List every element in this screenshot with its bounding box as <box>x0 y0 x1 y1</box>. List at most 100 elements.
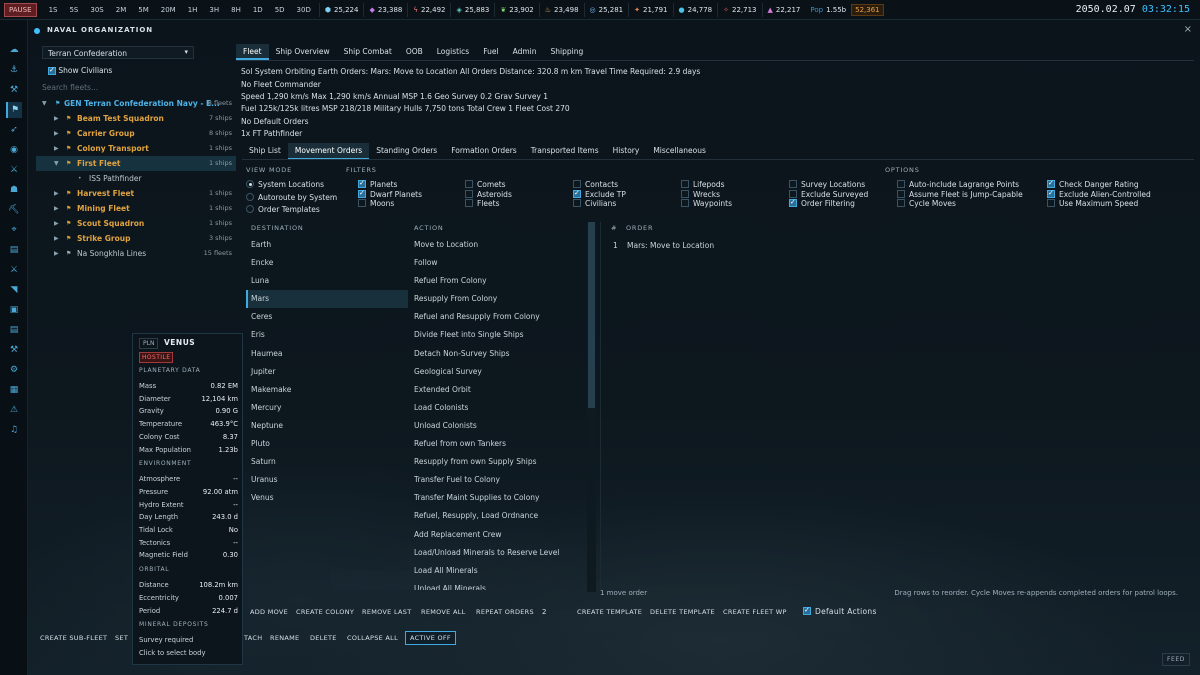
show-civilians-toggle[interactable]: Show Civilians <box>48 66 112 75</box>
destination-row[interactable]: Earth <box>246 236 408 254</box>
fleet-tree-row[interactable]: ▶ ⚑ Colony Transport 1 ships <box>36 141 236 156</box>
speed-button-1d[interactable]: 1D <box>247 6 269 14</box>
add-move-button[interactable]: ADD MOVE <box>250 608 288 616</box>
fleet-tree-row[interactable]: ▶ ⚑ Mining Fleet 1 ships <box>36 201 236 216</box>
action-row[interactable]: Unload All Minerals <box>408 580 588 590</box>
option-assume-fleet-is-jump-capable[interactable]: Assume Fleet is Jump-Capable <box>897 189 1023 199</box>
chevron-right-icon[interactable]: ▶ <box>54 126 59 141</box>
option-survey-locations[interactable]: Survey Locations <box>789 180 865 189</box>
collapse-all-button[interactable]: COLLAPSE ALL <box>347 634 398 642</box>
scrollbar-thumb[interactable] <box>588 222 595 408</box>
action-row[interactable]: Refuel and Resupply From Colony <box>408 308 588 326</box>
speed-button-1h[interactable]: 1H <box>182 6 204 14</box>
destination-row[interactable]: Makemake <box>246 381 408 399</box>
destination-row[interactable]: Ceres <box>246 308 408 326</box>
checkbox[interactable] <box>1047 189 1055 198</box>
music-icon[interactable]: ♫ <box>6 422 22 438</box>
action-row[interactable]: Unload Colonists <box>408 417 588 435</box>
destination-row[interactable]: Luna <box>246 272 408 290</box>
pause-button[interactable]: PAUSE <box>4 2 37 17</box>
chevron-down-icon[interactable]: ▼ <box>54 156 59 171</box>
empire-select[interactable]: Terran Confederation ▾ <box>42 46 194 59</box>
checkbox[interactable] <box>681 199 689 208</box>
telescope-icon[interactable]: ⌖ <box>6 222 22 238</box>
remove-all-button[interactable]: REMOVE ALL <box>421 608 466 616</box>
repeat-count-field[interactable]: 2 <box>542 608 547 616</box>
speed-button-8h[interactable]: 8H <box>225 6 247 14</box>
option-civilians[interactable]: Civilians <box>573 199 616 208</box>
action-row[interactable]: Resupply from own Supply Ships <box>408 453 588 471</box>
tab-fleet[interactable]: Fleet <box>236 44 269 60</box>
fleet-search-input[interactable]: Search fleets... <box>42 83 192 92</box>
chevron-right-icon[interactable]: ▶ <box>54 246 59 261</box>
action-row[interactable]: Geological Survey <box>408 363 588 381</box>
checkbox[interactable] <box>789 189 797 198</box>
action-row[interactable]: Transfer Maint Supplies to Colony <box>408 489 588 507</box>
fleet-tree-row[interactable]: ▶ ⚑ Na Songkhla Lines 15 fleets <box>36 246 236 261</box>
crossed-swords-icon[interactable]: ⚔ <box>6 262 22 278</box>
checkbox[interactable] <box>681 180 689 188</box>
tab-oob[interactable]: OOB <box>399 44 430 60</box>
checkbox[interactable] <box>897 199 905 208</box>
create-fleet-waypoint-button[interactable]: CREATE FLEET WP <box>723 608 787 616</box>
fleet-tree-row[interactable]: • ISS Pathfinder <box>36 171 236 186</box>
fleet-tree-row[interactable]: ▶ ⚑ Strike Group 3 ships <box>36 231 236 246</box>
option-exclude-alien-controlled[interactable]: Exclude Alien-Controlled <box>1047 189 1151 199</box>
tab-ship-overview[interactable]: Ship Overview <box>269 44 337 60</box>
tag-icon[interactable]: ◥ <box>6 282 22 298</box>
checkbox[interactable] <box>465 180 473 188</box>
clipboard-icon[interactable]: ▤ <box>6 322 22 338</box>
target-icon[interactable]: ◉ <box>6 142 22 158</box>
chevron-right-icon[interactable]: ▶ <box>54 186 59 201</box>
view-mode-order-templates[interactable]: Order Templates <box>246 205 320 214</box>
chevron-right-icon[interactable]: ▶ <box>54 141 59 156</box>
checkbox[interactable] <box>573 189 581 198</box>
option-comets[interactable]: Comets <box>465 180 506 189</box>
action-row[interactable]: Detach Non-Survey Ships <box>408 345 588 363</box>
box-icon[interactable]: ▣ <box>6 302 22 318</box>
anchor-icon[interactable]: ⚓ <box>6 62 22 78</box>
radio-button[interactable] <box>246 205 254 213</box>
option-planets[interactable]: Planets <box>358 179 397 189</box>
wrench-icon[interactable]: ⚒ <box>6 82 22 98</box>
tab-fuel[interactable]: Fuel <box>476 44 505 60</box>
destination-row[interactable]: Venus <box>246 489 408 507</box>
create-sub-fleet-button[interactable]: CREATE SUB-FLEET <box>40 634 107 642</box>
remove-last-button[interactable]: REMOVE LAST <box>362 608 411 616</box>
subtab-history[interactable]: History <box>606 143 647 160</box>
tab-shipping[interactable]: Shipping <box>543 44 590 60</box>
default-actions-toggle[interactable]: Default Actions <box>803 606 877 616</box>
chevron-right-icon[interactable]: ▶ <box>54 111 59 126</box>
destination-row[interactable]: Saturn <box>246 453 408 471</box>
subtab-transported-items[interactable]: Transported Items <box>524 143 606 160</box>
option-order-filtering[interactable]: Order Filtering <box>789 198 855 208</box>
checkbox[interactable] <box>897 189 905 198</box>
action-row[interactable]: Transfer Fuel to Colony <box>408 471 588 489</box>
action-row[interactable]: Refuel, Resupply, Load Ordnance <box>408 507 588 525</box>
action-row[interactable]: Resupply From Colony <box>408 290 588 308</box>
crossed-swords-icon[interactable]: ⚔ <box>6 162 22 178</box>
chevron-right-icon[interactable]: ▶ <box>54 231 59 246</box>
action-row[interactable]: Refuel From Colony <box>408 272 588 290</box>
action-row[interactable]: Refuel from own Tankers <box>408 435 588 453</box>
speed-button-20m[interactable]: 20M <box>155 6 182 14</box>
fleet-tree-row[interactable]: ▼ ⚑ First Fleet 1 ships <box>36 156 236 171</box>
rename-button[interactable]: RENAME <box>270 634 299 642</box>
option-use-maximum-speed[interactable]: Use Maximum Speed <box>1047 199 1138 208</box>
checkbox[interactable] <box>897 180 905 188</box>
checkbox[interactable] <box>358 189 366 198</box>
checkbox[interactable] <box>358 179 366 188</box>
rocket-icon[interactable]: ➶ <box>6 122 22 138</box>
radio-button[interactable] <box>246 192 254 201</box>
subtab-standing-orders[interactable]: Standing Orders <box>369 143 444 160</box>
chevron-down-icon[interactable]: ▼ <box>42 96 47 111</box>
action-scrollbar[interactable] <box>587 222 596 592</box>
feed-button[interactable]: FEED <box>1161 653 1190 666</box>
subtab-formation-orders[interactable]: Formation Orders <box>444 143 523 160</box>
person-icon[interactable]: ☗ <box>6 182 22 198</box>
repeat-orders-button[interactable]: REPEAT ORDERS <box>476 608 534 616</box>
option-exclude-tp[interactable]: Exclude TP <box>573 189 626 199</box>
option-exclude-surveyed[interactable]: Exclude Surveyed <box>789 189 868 199</box>
speed-button-3h[interactable]: 3H <box>203 6 225 14</box>
speed-button-30d[interactable]: 30D <box>291 6 317 14</box>
